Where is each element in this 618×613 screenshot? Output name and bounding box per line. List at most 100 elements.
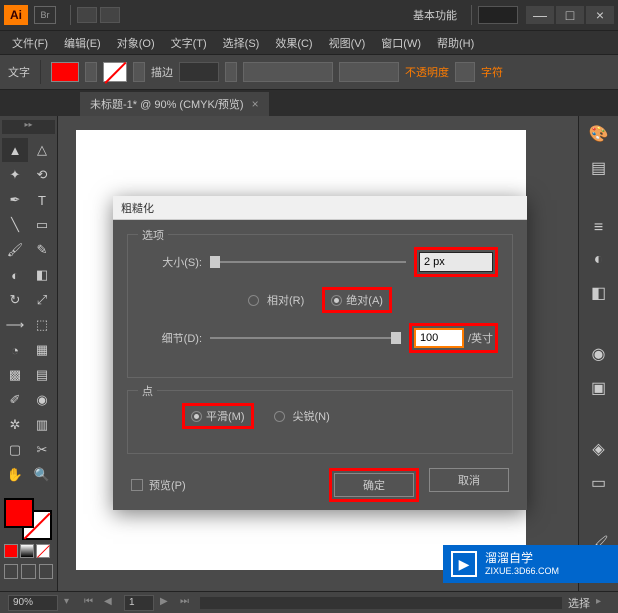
menu-window[interactable]: 窗口(W) — [373, 35, 429, 51]
cancel-button[interactable]: 取消 — [429, 468, 509, 492]
bridge-icon[interactable]: Br — [34, 6, 56, 24]
gradient-tool[interactable]: ▤ — [29, 363, 55, 387]
search-input[interactable] — [478, 6, 518, 24]
graph-tool[interactable]: ▥ — [29, 413, 55, 437]
detail-input[interactable] — [414, 328, 464, 348]
minimize-button[interactable]: — — [526, 6, 554, 24]
ok-button[interactable]: 确定 — [334, 473, 414, 497]
next-artboard-button[interactable]: ▶ — [160, 596, 174, 610]
close-button[interactable]: × — [586, 6, 614, 24]
relative-radio[interactable] — [248, 295, 259, 306]
zoom-input[interactable] — [8, 595, 58, 611]
size-slider[interactable] — [210, 261, 406, 263]
fill-stroke-picker[interactable] — [4, 498, 52, 540]
swatches-panel-icon[interactable]: ▤ — [587, 158, 611, 178]
eyedropper-tool[interactable]: ✐ — [2, 388, 28, 412]
stroke-swatch[interactable] — [103, 62, 127, 82]
direct-selection-tool[interactable]: △ — [29, 138, 55, 162]
stroke-dropdown[interactable] — [133, 62, 145, 82]
artboards-panel-icon[interactable]: ▭ — [587, 473, 611, 493]
rotate-tool[interactable]: ↻ — [2, 288, 28, 312]
none-mode-swatch[interactable] — [36, 544, 50, 558]
pencil-tool[interactable]: ✎ — [29, 238, 55, 262]
control-bar: 文字 描边 不透明度 字符 — [0, 54, 618, 90]
appearance-panel-icon[interactable]: ◉ — [587, 344, 611, 364]
mesh-tool[interactable]: ▩ — [2, 363, 28, 387]
maximize-button[interactable]: □ — [556, 6, 584, 24]
preview-checkbox[interactable] — [131, 479, 143, 491]
menu-text[interactable]: 文字(T) — [163, 35, 215, 51]
selection-tool[interactable]: ▲ — [2, 138, 28, 162]
layers-panel-icon[interactable]: ◈ — [587, 439, 611, 459]
hand-tool[interactable]: ✋ — [2, 463, 28, 487]
style-preview[interactable] — [339, 62, 399, 82]
blob-brush-tool[interactable]: ◐ — [2, 263, 28, 287]
pen-tool[interactable]: ✒ — [2, 188, 28, 212]
first-artboard-button[interactable]: ⏮ — [84, 596, 98, 610]
character-label[interactable]: 字符 — [481, 64, 503, 80]
stroke-weight-dropdown[interactable] — [225, 62, 237, 82]
width-tool[interactable]: ⟶ — [2, 313, 28, 337]
corner-radio[interactable] — [274, 411, 285, 422]
watermark-url: ZIXUE.3D66.COM — [485, 566, 559, 577]
magic-wand-tool[interactable]: ✦ — [2, 163, 28, 187]
workspace-label[interactable]: 基本功能 — [413, 7, 457, 23]
options-legend: 选项 — [138, 227, 168, 243]
arrange-docs-dropdown[interactable] — [100, 7, 120, 23]
paintbrush-tool[interactable]: 🖌 — [2, 238, 28, 262]
fill-dropdown[interactable] — [85, 62, 97, 82]
artboard-number-input[interactable] — [124, 595, 154, 611]
menu-view[interactable]: 视图(V) — [321, 35, 374, 51]
stroke-weight-input[interactable] — [179, 62, 219, 82]
draw-behind[interactable] — [21, 564, 35, 579]
line-tool[interactable]: ╲ — [2, 213, 28, 237]
free-transform-tool[interactable]: ⬚ — [29, 313, 55, 337]
draw-normal[interactable] — [4, 564, 18, 579]
prev-artboard-button[interactable]: ◀ — [104, 596, 118, 610]
absolute-radio[interactable] — [331, 295, 342, 306]
fill-swatch[interactable] — [51, 62, 79, 82]
smooth-radio[interactable] — [191, 411, 202, 422]
document-tab-close[interactable]: × — [252, 97, 259, 111]
color-panel-icon[interactable]: 🎨 — [587, 124, 611, 144]
perspective-tool[interactable]: ▦ — [29, 338, 55, 362]
gradient-mode-swatch[interactable] — [20, 544, 34, 558]
scale-tool[interactable]: ⤢ — [29, 288, 55, 312]
opacity-label[interactable]: 不透明度 — [405, 64, 449, 80]
transparency-panel-icon[interactable]: ◧ — [587, 283, 611, 303]
gradient-panel-icon[interactable]: ◐ — [587, 251, 611, 269]
brush-preview[interactable] — [243, 62, 333, 82]
color-mode-swatch[interactable] — [4, 544, 18, 558]
eraser-tool[interactable]: ◧ — [29, 263, 55, 287]
draw-inside[interactable] — [39, 564, 53, 579]
menu-edit[interactable]: 编辑(E) — [56, 35, 109, 51]
slice-tool[interactable]: ✂ — [29, 438, 55, 462]
detail-slider[interactable] — [210, 337, 401, 339]
status-menu[interactable]: ▸ — [596, 596, 610, 610]
menu-select[interactable]: 选择(S) — [215, 35, 268, 51]
rectangle-tool[interactable]: ▭ — [29, 213, 55, 237]
zoom-tool[interactable]: 🔍 — [29, 463, 55, 487]
menu-effect[interactable]: 效果(C) — [267, 35, 320, 51]
symbol-sprayer-tool[interactable]: ✲ — [2, 413, 28, 437]
stroke-panel-icon[interactable]: ≡ — [587, 219, 611, 237]
type-tool[interactable]: T — [29, 188, 55, 212]
menu-file[interactable]: 文件(F) — [4, 35, 56, 51]
blend-tool[interactable]: ◉ — [29, 388, 55, 412]
zoom-dropdown[interactable]: ▾ — [64, 596, 78, 610]
document-tab[interactable]: 未标题-1* @ 90% (CMYK/预览) × — [80, 92, 269, 116]
menu-object[interactable]: 对象(O) — [109, 35, 163, 51]
artboard-tool[interactable]: ▢ — [2, 438, 28, 462]
menu-bar: 文件(F) 编辑(E) 对象(O) 文字(T) 选择(S) 效果(C) 视图(V… — [0, 30, 618, 54]
style-icon[interactable] — [455, 62, 475, 82]
shape-builder-tool[interactable]: ◔ — [2, 338, 28, 362]
graphic-styles-panel-icon[interactable]: ▣ — [587, 378, 611, 398]
lasso-tool[interactable]: ⟲ — [29, 163, 55, 187]
menu-help[interactable]: 帮助(H) — [429, 35, 482, 51]
toolbox-collapse[interactable] — [2, 120, 55, 134]
size-input[interactable] — [419, 252, 493, 272]
horizontal-scrollbar[interactable] — [200, 597, 562, 609]
arrange-docs-button[interactable] — [77, 7, 97, 23]
fill-color-box[interactable] — [4, 498, 34, 528]
last-artboard-button[interactable]: ⏭ — [180, 596, 194, 610]
